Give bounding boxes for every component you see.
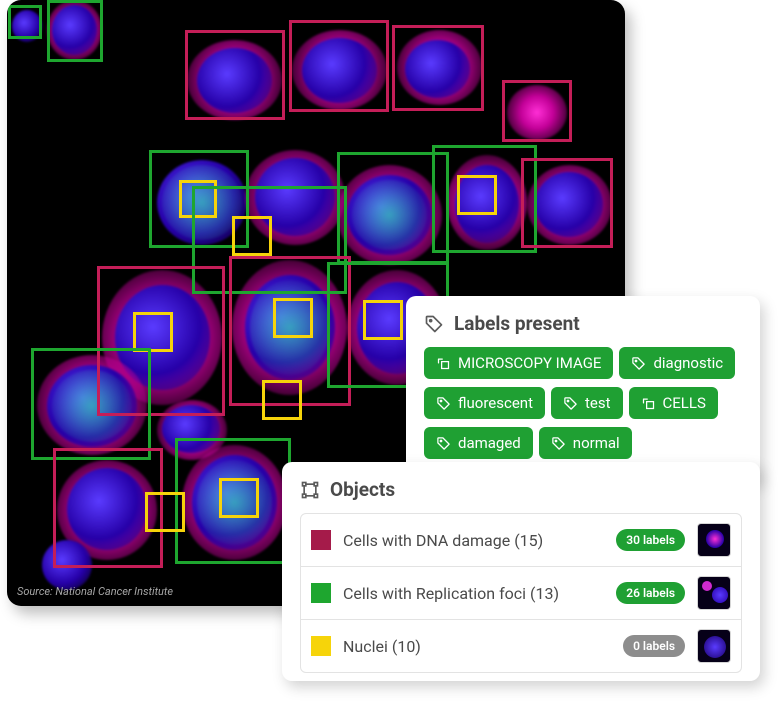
tag-icon	[631, 356, 646, 371]
objects-panel-title-text: Objects	[330, 478, 395, 501]
label-tag[interactable]: test	[551, 387, 623, 419]
label-tag[interactable]: normal	[539, 427, 632, 459]
hierarchy-icon	[436, 356, 451, 371]
label-tag-text: fluorescent	[458, 394, 533, 412]
object-thumbnail	[697, 576, 731, 610]
source-attribution: Source: National Cancer Institute	[17, 585, 173, 598]
object-class-row[interactable]: Cells with Replication foci (13) 26 label…	[300, 567, 742, 620]
color-swatch	[311, 530, 331, 550]
labels-panel-title-text: Labels present	[454, 312, 580, 335]
label-tag-text: CELLS	[663, 394, 706, 412]
labels-present-panel: Labels present MICROSCOPY IMAGE diagnosti…	[406, 296, 760, 483]
object-class-name: Cells with Replication foci (13)	[343, 584, 604, 603]
label-tag[interactable]: MICROSCOPY IMAGE	[424, 347, 613, 379]
object-class-row[interactable]: Nuclei (10) 0 labels	[300, 620, 742, 673]
object-class-row[interactable]: Cells with DNA damage (15) 30 labels	[300, 513, 742, 567]
label-tag-text: diagnostic	[653, 354, 723, 372]
tag-icon	[551, 436, 566, 451]
tag-icon	[563, 396, 578, 411]
tag-icon	[436, 396, 451, 411]
object-class-name: Nuclei (10)	[343, 637, 611, 656]
label-tag[interactable]: diagnostic	[619, 347, 735, 379]
objects-list: Cells with DNA damage (15)30 labelsCells…	[300, 513, 742, 673]
label-tag[interactable]: fluorescent	[424, 387, 545, 419]
labels-tag-list: MICROSCOPY IMAGE diagnostic fluorescent tes…	[424, 347, 742, 467]
label-count-pill: 0 labels	[623, 635, 685, 657]
label-count-pill: 26 labels	[616, 582, 685, 604]
label-tag[interactable]: damaged	[424, 427, 533, 459]
color-swatch	[311, 636, 331, 656]
bounding-box-icon	[300, 480, 320, 500]
tag-icon	[424, 314, 444, 334]
label-tag[interactable]: CELLS	[629, 387, 718, 419]
label-tag-text: test	[585, 394, 611, 412]
label-count-pill: 30 labels	[616, 529, 685, 551]
hierarchy-icon	[641, 396, 656, 411]
labels-panel-title: Labels present	[424, 312, 742, 335]
label-tag-text: MICROSCOPY IMAGE	[458, 354, 601, 372]
object-thumbnail	[697, 523, 731, 557]
label-tag-text: normal	[573, 434, 620, 452]
tag-icon	[436, 436, 451, 451]
objects-panel-title: Objects	[300, 478, 742, 501]
label-tag-text: damaged	[458, 434, 521, 452]
color-swatch	[311, 583, 331, 603]
objects-panel: Objects Cells with DNA damage (15) 30 lab…	[282, 462, 760, 681]
object-class-name: Cells with DNA damage (15)	[343, 531, 604, 550]
object-thumbnail	[697, 629, 731, 663]
